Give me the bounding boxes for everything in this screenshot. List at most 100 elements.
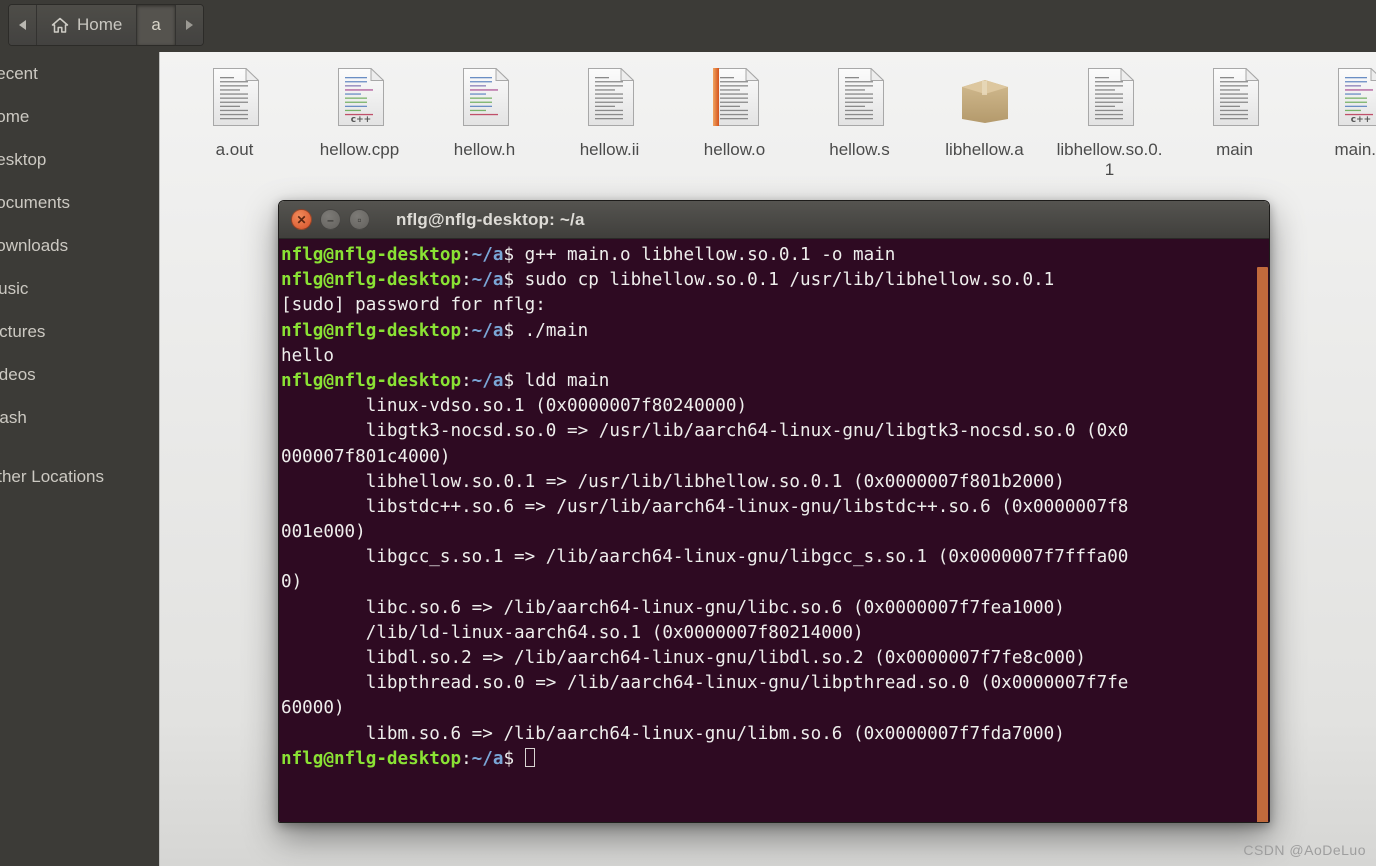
object-file-icon: [705, 62, 765, 134]
text-document-icon: [580, 62, 640, 134]
source-header-icon: [455, 62, 515, 134]
file-name-label: hellow.s: [829, 140, 890, 159]
breadcrumb-back-button[interactable]: [9, 5, 37, 45]
text-document-icon: [205, 62, 265, 134]
file-name-label: hellow.cpp: [319, 140, 400, 159]
sidebar-item-home[interactable]: Home: [0, 95, 159, 138]
terminal-output-line: 001e000): [281, 522, 366, 543]
file-name-label: libhellow.a: [945, 140, 1024, 159]
sidebar-item-desktop[interactable]: Desktop: [0, 138, 159, 181]
sidebar-item-label: Recent: [0, 63, 38, 83]
triangle-left-icon: [19, 20, 26, 30]
file-name-label: main.c: [1334, 140, 1376, 159]
sidebar-item-recent[interactable]: Recent: [0, 52, 159, 95]
svg-text:c++: c++: [1350, 115, 1370, 125]
file-item[interactable]: a.out: [172, 58, 297, 179]
terminal-output-line: libc.so.6 => /lib/aarch64-linux-gnu/libc…: [281, 597, 1065, 618]
file-item[interactable]: c++ main.c: [1297, 58, 1376, 179]
close-icon[interactable]: ✕: [291, 209, 312, 230]
terminal-output-line: 60000): [281, 698, 345, 719]
file-name-label: libhellow.so.0.1: [1056, 140, 1163, 179]
terminal-title: nflg@nflg-desktop: ~/a: [396, 209, 585, 229]
breadcrumb-item-home[interactable]: Home: [37, 5, 138, 45]
sidebar-item-label: Videos: [0, 364, 36, 384]
file-manager-headerbar: Home a: [0, 0, 1376, 52]
file-item[interactable]: hellow.h: [422, 58, 547, 179]
terminal-cursor: [524, 747, 535, 767]
sidebar-item-label: Trash: [0, 407, 27, 427]
minimize-icon[interactable]: –: [320, 209, 341, 230]
terminal-output-line: hello: [281, 345, 334, 366]
terminal-body[interactable]: nflg@nflg-desktop:~/a$ g++ main.o libhel…: [279, 239, 1269, 822]
file-name-label: hellow.h: [453, 140, 516, 159]
terminal-output-line: 000007f801c4000): [281, 446, 451, 467]
file-item[interactable]: libhellow.so.0.1: [1047, 58, 1172, 179]
breadcrumb: Home a: [8, 4, 204, 46]
terminal-prompt-line: nflg@nflg-desktop:~/a$ sudo cp libhellow…: [281, 270, 1055, 291]
screen: Home a Recent Home Desktop Documents D: [0, 0, 1376, 866]
sidebar-item-other-locations[interactable]: Other Locations: [0, 455, 159, 498]
terminal-titlebar[interactable]: ✕ – ▫ nflg@nflg-desktop: ~/a: [279, 201, 1269, 239]
maximize-icon[interactable]: ▫: [349, 209, 370, 230]
text-document-icon: [1205, 62, 1265, 134]
file-item[interactable]: hellow.o: [672, 58, 797, 179]
sidebar-item-downloads[interactable]: Downloads: [0, 224, 159, 267]
sidebar-item-label: Desktop: [0, 149, 47, 169]
terminal-prompt-line: nflg@nflg-desktop:~/a$: [281, 747, 1269, 772]
breadcrumb-item-current[interactable]: a: [137, 5, 176, 45]
breadcrumb-forward-button[interactable]: [175, 5, 203, 45]
terminal-output-line: linux-vdso.so.1 (0x0000007f80240000): [281, 396, 748, 417]
sidebar-item-trash[interactable]: Trash: [0, 396, 159, 439]
terminal-prompt-line: nflg@nflg-desktop:~/a$ ./main: [281, 320, 589, 341]
terminal-output-line: libstdc++.so.6 => /usr/lib/aarch64-linux…: [281, 496, 1129, 517]
breadcrumb-current-label: a: [151, 15, 161, 34]
terminal-scrollbar[interactable]: [1256, 239, 1269, 822]
terminal-output-line: libm.so.6 => /lib/aarch64-linux-gnu/libm…: [281, 723, 1065, 744]
terminal-output-line: libgtk3-nocsd.so.0 => /usr/lib/aarch64-l…: [281, 421, 1129, 442]
file-item[interactable]: libhellow.a: [922, 58, 1047, 179]
file-item[interactable]: hellow.ii: [547, 58, 672, 179]
sidebar-separator: [0, 439, 159, 455]
sidebar: Recent Home Desktop Documents Downloads …: [0, 52, 159, 866]
terminal-prompt-line: nflg@nflg-desktop:~/a$ g++ main.o libhel…: [281, 245, 896, 265]
sidebar-item-music[interactable]: Music: [0, 267, 159, 310]
file-item[interactable]: hellow.s: [797, 58, 922, 179]
terminal-prompt-line: nflg@nflg-desktop:~/a$ ldd main: [281, 370, 610, 391]
home-icon: [51, 17, 69, 34]
text-document-icon: [1080, 62, 1140, 134]
sidebar-item-documents[interactable]: Documents: [0, 181, 159, 224]
file-item[interactable]: main: [1172, 58, 1297, 179]
sidebar-item-label: Downloads: [0, 235, 69, 255]
cpp-source-icon: c++: [330, 62, 390, 134]
terminal-output-line: libpthread.so.0 => /lib/aarch64-linux-gn…: [281, 673, 1129, 694]
cpp-source-icon: c++: [1330, 62, 1376, 134]
sidebar-item-pictures[interactable]: Pictures: [0, 310, 159, 353]
text-document-icon: [830, 62, 890, 134]
sidebar-item-videos[interactable]: Videos: [0, 353, 159, 396]
file-name-label: hellow.o: [703, 140, 766, 159]
terminal-scrollbar-thumb[interactable]: [1257, 267, 1268, 822]
icon-grid: a.out c++ hellow.cpp hellow.h hellow.ii …: [160, 52, 1376, 179]
terminal-window[interactable]: ✕ – ▫ nflg@nflg-desktop: ~/a nflg@nflg-d…: [278, 200, 1270, 823]
file-name-label: hellow.ii: [579, 140, 640, 159]
triangle-right-icon: [185, 20, 193, 30]
sidebar-item-label: Music: [0, 278, 29, 298]
sidebar-item-label: Pictures: [0, 321, 46, 341]
file-name-label: main: [1216, 140, 1253, 159]
watermark: CSDN @AoDeLuo: [1243, 842, 1366, 858]
file-item[interactable]: c++ hellow.cpp: [297, 58, 422, 179]
terminal-text: nflg@nflg-desktop:~/a$ g++ main.o libhel…: [279, 243, 1269, 772]
svg-text:c++: c++: [350, 115, 370, 125]
terminal-output-line: libdl.so.2 => /lib/aarch64-linux-gnu/lib…: [281, 648, 1087, 668]
window-buttons: ✕ – ▫: [291, 209, 370, 230]
sidebar-item-label: Other Locations: [0, 466, 105, 486]
breadcrumb-home-label: Home: [77, 15, 123, 34]
terminal-output-line: libgcc_s.so.1 => /lib/aarch64-linux-gnu/…: [281, 547, 1129, 568]
terminal-output-line: libhellow.so.0.1 => /usr/lib/libhellow.s…: [281, 471, 1065, 492]
file-name-label: a.out: [215, 140, 254, 159]
sidebar-item-label: Documents: [0, 192, 70, 212]
terminal-output-line: 0): [281, 572, 303, 593]
terminal-output-line: /lib/ld-linux-aarch64.so.1 (0x0000007f80…: [281, 622, 864, 643]
archive-package-icon: [955, 62, 1015, 134]
terminal-output-line: [sudo] password for nflg:: [281, 295, 546, 316]
